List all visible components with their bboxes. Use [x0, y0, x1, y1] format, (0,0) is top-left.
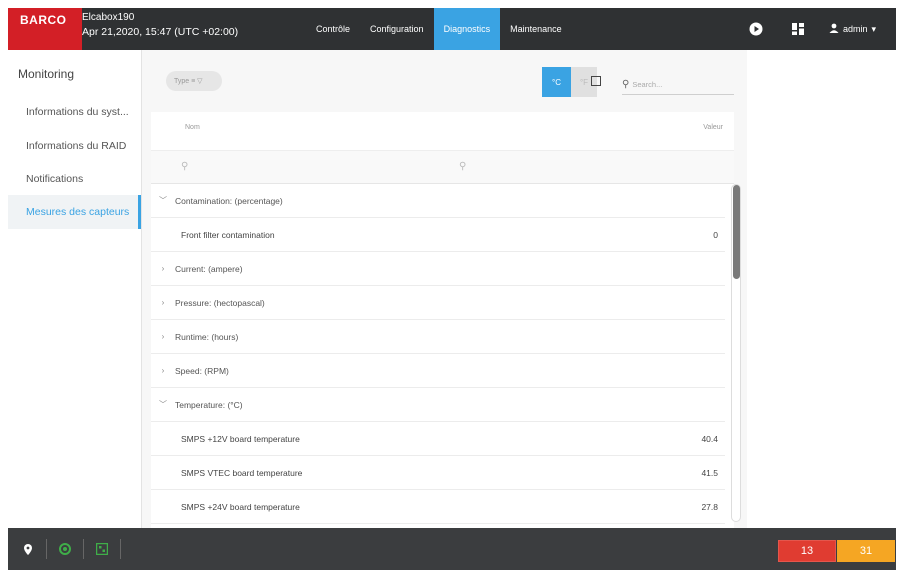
table-row[interactable]: › Pressure: (hectopascal): [151, 286, 725, 320]
row-label: SMPS +12V board temperature: [181, 433, 300, 444]
table-row[interactable]: Front filter contamination 0: [151, 218, 725, 252]
row-label: Current: (ampere): [175, 263, 243, 274]
footer-divider: [120, 539, 121, 559]
column-header-value[interactable]: Valeur: [703, 124, 723, 131]
value-filter-search-icon[interactable]: ⚲: [459, 161, 466, 172]
main-nav: Contrôle Configuration Diagnostics Maint…: [306, 8, 572, 50]
chevron-right-icon[interactable]: ›: [151, 366, 175, 375]
main-panel: Type ≡ ▽ °C °F ⚲ Search... Nom Valeur ⚲ …: [141, 50, 747, 528]
footer-divider: [46, 539, 47, 559]
type-filter-chip[interactable]: Type ≡ ▽: [166, 71, 222, 91]
table-row[interactable]: SMPS VTEC board temperature 41.5: [151, 456, 725, 490]
chevron-down-icon[interactable]: ﹀: [151, 195, 175, 206]
chevron-down-icon: ▾: [871, 23, 876, 34]
device-info: Elcabox190 Apr 21,2020, 15:47 (UTC +02:0…: [82, 12, 238, 38]
row-label: Speed: (RPM): [175, 365, 229, 376]
header-actions: admin ▾: [735, 8, 896, 50]
device-datetime: Apr 21,2020, 15:47 (UTC +02:00): [82, 26, 239, 38]
chevron-down-icon[interactable]: ﹀: [151, 399, 175, 410]
sidebar-item-sensor-measures[interactable]: Mesures des capteurs: [8, 195, 141, 229]
tab-configuration[interactable]: Configuration: [360, 8, 434, 50]
user-menu[interactable]: admin ▾: [819, 23, 896, 35]
user-icon: [829, 23, 839, 35]
brand-area: BARCO: [8, 8, 82, 50]
row-label: Front filter contamination: [181, 229, 275, 240]
play-icon[interactable]: [735, 8, 777, 50]
status-ok-icon[interactable]: [51, 528, 79, 570]
device-name: Elcabox190: [82, 12, 135, 23]
sidebar-item-notifications[interactable]: Notifications: [8, 162, 141, 196]
table-row[interactable]: SMPS +24V board temperature 27.8: [151, 490, 725, 524]
expand-icon[interactable]: [591, 76, 601, 86]
search-input[interactable]: ⚲ Search...: [622, 75, 734, 95]
tab-controle[interactable]: Contrôle: [306, 8, 360, 50]
user-name: admin: [842, 24, 868, 34]
table-row[interactable]: › Runtime: (hours): [151, 320, 725, 354]
row-value: 40.4: [701, 433, 718, 444]
dashboard-icon[interactable]: [777, 8, 819, 50]
celsius-toggle[interactable]: °C: [542, 67, 571, 97]
warning-count-badge[interactable]: 31: [837, 540, 895, 562]
location-pin-icon[interactable]: [14, 528, 42, 570]
search-placeholder: Search...: [632, 80, 663, 89]
row-label: Pressure: (hectopascal): [175, 297, 265, 308]
row-label: SMPS +24V board temperature: [181, 501, 300, 512]
row-value: 41.5: [701, 467, 718, 478]
sidebar: Monitoring Informations du syst... Infor…: [8, 50, 141, 528]
row-label: Temperature: (°C): [175, 399, 243, 410]
row-value: 0: [713, 229, 718, 240]
tab-maintenance[interactable]: Maintenance: [500, 8, 572, 50]
table-row[interactable]: ﹀ Contamination: (percentage): [151, 184, 725, 218]
network-icon[interactable]: [88, 528, 116, 570]
chevron-right-icon[interactable]: ›: [151, 332, 175, 341]
chevron-right-icon[interactable]: ›: [151, 264, 175, 273]
row-label: Runtime: (hours): [175, 331, 239, 342]
sidebar-item-system-info[interactable]: Informations du syst...: [8, 95, 141, 129]
sidebar-title: Monitoring: [18, 67, 75, 81]
scrollbar-thumb[interactable]: [733, 185, 740, 279]
row-value: 27.8: [701, 501, 718, 512]
barco-logo: BARCO: [20, 13, 67, 27]
tab-diagnostics[interactable]: Diagnostics: [433, 8, 501, 50]
sidebar-item-raid-info[interactable]: Informations du RAID: [8, 129, 141, 163]
error-count-badge[interactable]: 13: [778, 540, 836, 562]
top-bar: BARCO Elcabox190 Apr 21,2020, 15:47 (UTC…: [8, 8, 896, 50]
table-scrollbar[interactable]: [731, 184, 741, 522]
search-icon: ⚲: [622, 79, 630, 90]
table-row[interactable]: › Speed: (RPM): [151, 354, 725, 388]
footer-divider: [83, 539, 84, 559]
footer-bar: 13 31: [8, 528, 896, 570]
table-row[interactable]: ﹀ Temperature: (°C): [151, 388, 725, 422]
chevron-right-icon[interactable]: ›: [151, 298, 175, 307]
column-header-name[interactable]: Nom: [185, 124, 200, 131]
column-filter-row: ⚲ ⚲: [151, 150, 734, 184]
row-label: SMPS VTEC board temperature: [181, 467, 303, 478]
table-row[interactable]: › Current: (ampere): [151, 252, 725, 286]
row-label: Contamination: (percentage): [175, 195, 283, 206]
table-row[interactable]: SMPS +12V board temperature 40.4: [151, 422, 725, 456]
sensor-table: Nom Valeur ⚲ ⚲ ﹀ Contamination: (percent…: [151, 112, 741, 528]
name-filter-search-icon[interactable]: ⚲: [181, 161, 188, 172]
